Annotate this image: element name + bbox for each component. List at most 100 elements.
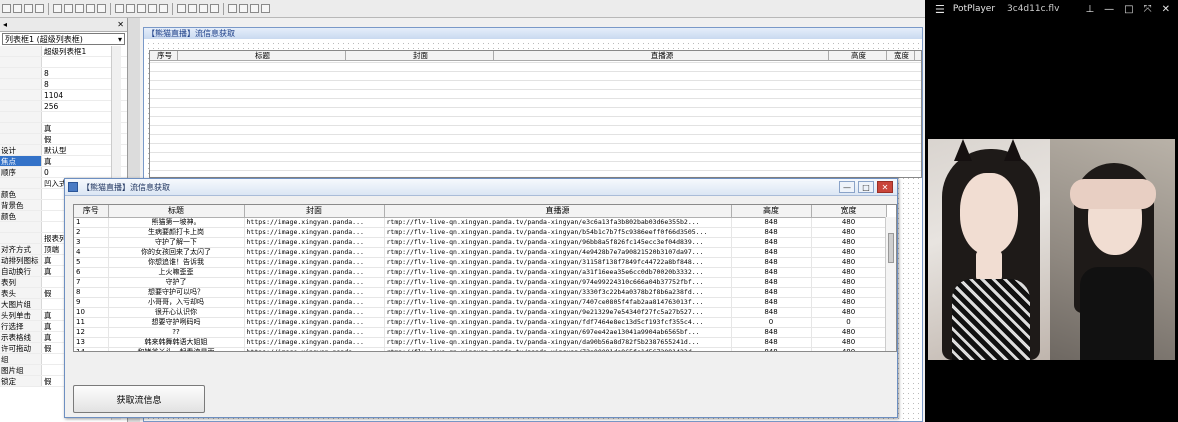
design-column-header[interactable]: 封面 (346, 51, 494, 60)
table-cell: 848 (731, 347, 812, 351)
column-header[interactable]: 封面 (244, 205, 385, 218)
property-row[interactable]: 顺序 0 (0, 167, 127, 178)
property-row[interactable]: 设计 默认型 (0, 145, 127, 156)
toolbar-button-icon[interactable] (188, 4, 197, 13)
toolbar-separator (48, 2, 49, 15)
property-name: 头列单击 (0, 310, 42, 320)
design-column-header[interactable]: 标题 (178, 51, 346, 60)
table-cell: rtmp://flv-live-qn.xingyan.panda.tv/pand… (384, 237, 732, 248)
hamburger-icon[interactable]: ☰ (935, 3, 945, 16)
video-frame[interactable] (928, 139, 1175, 360)
toolbar-button-icon[interactable] (64, 4, 73, 13)
close-icon[interactable]: ✕ (1162, 4, 1170, 15)
table-cell: 0 (811, 317, 887, 328)
property-row[interactable]: 假 (0, 134, 127, 145)
property-row[interactable]: 真 (0, 123, 127, 134)
minimize-button[interactable]: — (839, 181, 855, 193)
potplayer-titlebar[interactable]: ☰ PotPlayer 3c4d11c.flv ⊥ — □ ⤧ ✕ (925, 0, 1178, 18)
column-header[interactable]: 序号 (74, 205, 109, 218)
table-row[interactable]: 13 韩来韩舞韩语大姐姐 https://image.xingyan.panda..… (74, 337, 887, 348)
table-row[interactable]: 10 很开心认识你 https://image.xingyan.panda... rt… (74, 307, 887, 318)
minimize-icon[interactable]: — (1104, 4, 1114, 15)
stream-list-scrollbar[interactable] (885, 217, 896, 351)
fullscreen-icon[interactable]: ⤧ (1144, 4, 1152, 15)
property-name: 对齐方式 (0, 244, 42, 254)
stream-info-titlebar[interactable]: 【熊猫直播】流信息获取 — □ ✕ (65, 179, 897, 196)
neck-shape (976, 251, 1002, 281)
table-cell: 10 (74, 307, 109, 318)
table-row[interactable]: 14 和姥爸丫头一起看流星雨 https://image.xingyan.panda… (74, 347, 887, 351)
maximize-button[interactable]: □ (858, 181, 874, 193)
table-row[interactable]: 1 熊猫第一坡神。 https://image.xingyan.panda... rt… (74, 217, 887, 228)
toolbar-button-icon[interactable] (210, 4, 219, 13)
toolbar-button-icon[interactable] (159, 4, 168, 13)
scrollbar-thumb[interactable] (888, 233, 894, 263)
toolbar-button-icon[interactable] (137, 4, 146, 13)
table-row[interactable]: 3 守护了解一下 https://image.xingyan.panda... rtm… (74, 237, 887, 248)
toolbar-button-icon[interactable] (115, 4, 124, 13)
fetch-stream-button[interactable]: 获取流信息 (73, 385, 205, 413)
property-row[interactable]: 焦点真 (0, 156, 127, 167)
property-row[interactable]: 256 (0, 101, 127, 112)
table-cell: 11 (74, 317, 109, 328)
design-column-header[interactable]: 高度 (829, 51, 887, 60)
property-panel-pin-icon[interactable]: ◂ (3, 20, 7, 29)
toolbar-button-icon[interactable] (250, 4, 259, 13)
table-row[interactable]: 9 小哥哥，入亏却吗 https://image.xingyan.panda... r… (74, 297, 887, 308)
table-row[interactable]: 7 守护了 https://image.xingyan.panda... rtmp:/… (74, 277, 887, 288)
stream-list[interactable]: 序号 标题 封面 直播源 高度 宽度 1 熊猫第一坡神。 https://image.xing… (73, 204, 897, 352)
toolbar-button-icon[interactable] (13, 4, 22, 13)
property-row[interactable]: 超级列表框1 (0, 46, 127, 57)
toolbar-button-icon[interactable] (177, 4, 186, 13)
column-header[interactable]: 宽度 (811, 205, 887, 218)
toolbar-button-icon[interactable] (24, 4, 33, 13)
toolbar-button-icon[interactable] (86, 4, 95, 13)
design-list-header: 序号 标题 封面 直播源 高度 宽度 (150, 51, 921, 61)
toolbar-button-icon[interactable] (35, 4, 44, 13)
column-header[interactable]: 标题 (108, 205, 245, 218)
toolbar-button-icon[interactable] (2, 4, 11, 13)
design-column-header[interactable]: 直播源 (494, 51, 829, 60)
property-row[interactable]: 8 (0, 79, 127, 90)
table-cell: 生病要颜打卡上岗 (108, 227, 245, 238)
toolbar-button-icon[interactable] (239, 4, 248, 13)
table-cell: 韩来韩舞韩语大姐姐 (108, 337, 245, 348)
toolbar-button-icon[interactable] (75, 4, 84, 13)
property-object-combo[interactable]: 列表框1 (超级列表框) ▾ (2, 33, 125, 45)
toolbar-button-icon[interactable] (126, 4, 135, 13)
design-column-header[interactable]: 宽度 (887, 51, 915, 60)
table-row[interactable]: 12?? https://image.xingyan.panda... rtmp:/… (74, 327, 887, 338)
table-row[interactable]: 5 你想追谁！告诉我 https://image.xingyan.panda... r… (74, 257, 887, 268)
table-cell: 848 (731, 307, 812, 318)
design-column-header[interactable]: 序号 (150, 51, 178, 60)
close-button[interactable]: ✕ (877, 181, 893, 193)
table-row[interactable]: 4 你的女孩回来了太闪了 https://image.xingyan.panda..… (74, 247, 887, 258)
design-list-control[interactable]: 序号 标题 封面 直播源 高度 宽度 (149, 50, 922, 178)
table-row[interactable]: 8 想要守护可以吗？ https://image.xingyan.panda... r… (74, 287, 887, 298)
table-cell: https://image.xingyan.panda... (244, 327, 385, 338)
table-row[interactable]: 2 生病要颜打卡上岗 https://image.xingyan.panda... r… (74, 227, 887, 238)
toolbar-button-icon[interactable] (261, 4, 270, 13)
table-cell: 480 (811, 237, 887, 248)
property-name (0, 233, 42, 243)
table-cell: 1 (74, 217, 109, 228)
property-panel-close-icon[interactable]: ✕ (117, 20, 124, 29)
toolbar-button-icon[interactable] (199, 4, 208, 13)
column-header[interactable]: 直播源 (384, 205, 732, 218)
toolbar-button-icon[interactable] (228, 4, 237, 13)
toolbar-button-icon[interactable] (148, 4, 157, 13)
table-row[interactable]: 11 想要守护咧码吗 https://image.xingyan.panda... r… (74, 317, 887, 328)
pin-icon[interactable]: ⊥ (1085, 4, 1094, 15)
column-header[interactable]: 高度 (731, 205, 812, 218)
table-row[interactable]: 6 上火嘛歪歪 https://image.xingyan.panda... rtmp… (74, 267, 887, 278)
table-cell: https://image.xingyan.panda... (244, 337, 385, 348)
property-row[interactable] (0, 112, 127, 123)
maximize-icon[interactable]: □ (1124, 4, 1133, 15)
toolbar-button-icon[interactable] (53, 4, 62, 13)
toolbar-button-icon[interactable] (97, 4, 106, 13)
potplayer-window: ☰ PotPlayer 3c4d11c.flv ⊥ — □ ⤧ ✕ (925, 0, 1178, 422)
property-row[interactable] (0, 57, 127, 68)
property-row[interactable]: 8 (0, 68, 127, 79)
property-row[interactable]: 1104 (0, 90, 127, 101)
table-cell: 3 (74, 237, 109, 248)
